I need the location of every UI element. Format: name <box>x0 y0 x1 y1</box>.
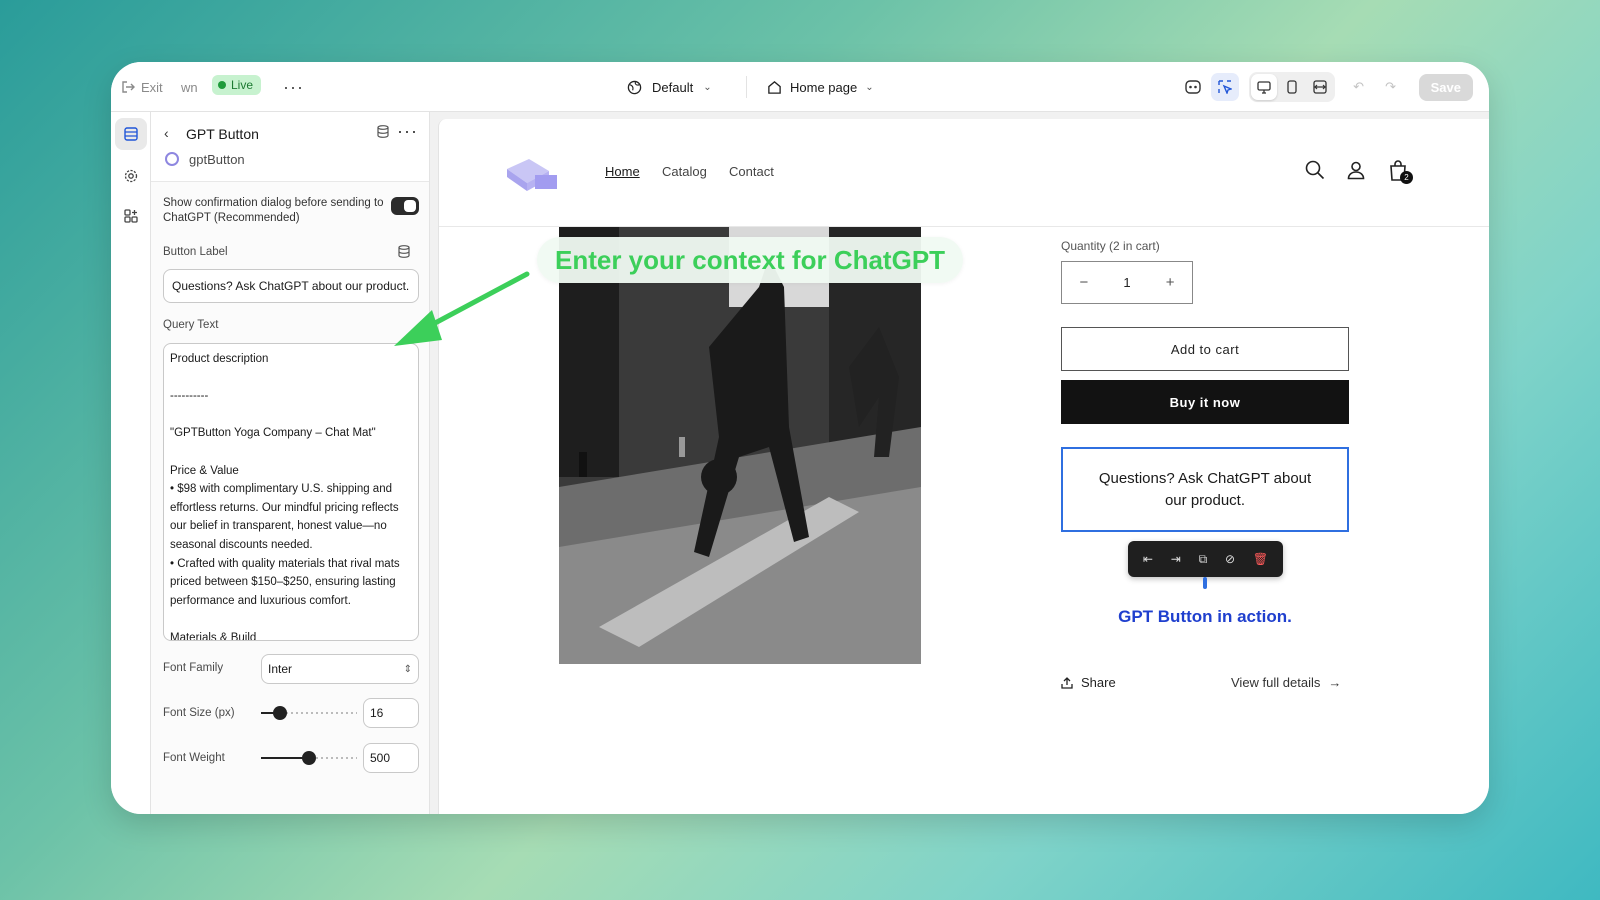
quantity-label: Quantity (2 in cart) <box>1061 239 1160 253</box>
theme-selector[interactable]: Default ⌄ <box>627 62 712 112</box>
gpt-button[interactable]: Questions? Ask ChatGPT about our product… <box>1061 447 1349 532</box>
dynamic-source-icon[interactable] <box>398 245 410 261</box>
chevron-down-icon: ⌄ <box>703 81 712 93</box>
panel-more-icon[interactable]: ··· <box>397 121 418 142</box>
selection-connector <box>1203 577 1207 589</box>
chevron-down-icon: ⌄ <box>865 81 874 93</box>
exit-icon <box>122 81 135 93</box>
theme-label: Default <box>652 79 694 95</box>
desktop-icon[interactable] <box>1250 74 1277 100</box>
query-text-title: Query Text <box>163 319 219 331</box>
left-rail <box>111 112 151 814</box>
mobile-icon[interactable] <box>1279 74 1305 100</box>
panel-title: GPT Button <box>186 126 259 142</box>
minus-button[interactable]: − <box>1080 274 1089 291</box>
live-badge: Live <box>212 75 262 95</box>
share-icon <box>1061 676 1073 689</box>
duplicate-icon[interactable]: ⧉ <box>1199 552 1208 567</box>
nav-home[interactable]: Home <box>605 164 640 179</box>
toolbar-right: ↶ ↷ Save <box>1179 62 1473 112</box>
view-details-label: View full details <box>1231 675 1321 690</box>
home-icon <box>768 80 781 94</box>
product-photo <box>559 227 921 664</box>
button-label-title: Button Label <box>163 246 228 258</box>
quantity-value[interactable]: 1 <box>1123 275 1130 290</box>
globe-icon <box>627 80 642 94</box>
truncated-title: wn <box>181 79 198 95</box>
share-button[interactable]: Share <box>1061 675 1116 690</box>
font-weight-input[interactable]: 500 <box>363 743 419 773</box>
block-toolbar: ⇤ ⇥ ⧉ ⊘ 🗑 <box>1128 541 1283 577</box>
more-options-icon[interactable]: ··· <box>283 62 304 112</box>
panel-subtitle: gptButton <box>189 152 245 167</box>
font-size-slider[interactable] <box>261 706 357 720</box>
font-weight-slider[interactable] <box>261 751 357 765</box>
annotation-callout: Enter your context for ChatGPT <box>537 237 964 283</box>
dynamic-source-icon[interactable] <box>377 125 389 141</box>
confirmation-toggle[interactable] <box>391 197 419 215</box>
cart-icon[interactable]: 2 <box>1387 159 1413 184</box>
nav-catalog[interactable]: Catalog <box>662 164 707 179</box>
view-details-link[interactable]: View full details → <box>1231 675 1341 690</box>
plus-button[interactable]: + <box>1166 274 1175 291</box>
live-label: Live <box>231 78 254 92</box>
divider <box>746 76 747 98</box>
save-button[interactable]: Save <box>1418 73 1473 101</box>
font-size-title: Font Size (px) <box>163 707 235 719</box>
page-selector[interactable]: Home page ⌄ <box>767 62 874 112</box>
move-up-icon[interactable]: ⇤ <box>1143 552 1153 566</box>
hide-icon[interactable]: ⊘ <box>1225 552 1235 566</box>
quantity-stepper: − 1 + <box>1061 261 1193 304</box>
settings-panel: ‹ GPT Button ··· gptButton Show confirma… <box>151 112 430 814</box>
exit-label: Exit <box>141 79 163 95</box>
gpt-caption: GPT Button in action. <box>1118 607 1292 626</box>
font-weight-title: Font Weight <box>163 752 225 764</box>
store-logo[interactable] <box>499 153 569 193</box>
button-label-input[interactable]: Questions? Ask ChatGPT about our product… <box>163 269 419 303</box>
slider-handle[interactable] <box>302 751 316 765</box>
font-family-title: Font Family <box>163 662 224 674</box>
apps-icon[interactable] <box>115 200 147 232</box>
fullwidth-icon[interactable] <box>1307 74 1333 100</box>
settings-gear-icon[interactable] <box>115 160 147 192</box>
delete-icon[interactable]: 🗑 <box>1253 552 1268 566</box>
top-bar: Exit wn Live ··· Default ⌄ Home page ⌄ ↶… <box>111 62 1489 112</box>
cart-count-badge: 2 <box>1400 171 1413 184</box>
move-down-icon[interactable]: ⇥ <box>1171 552 1181 566</box>
query-text-textarea[interactable]: Product description ---------- "GPTButto… <box>163 343 419 641</box>
font-size-input[interactable]: 16 <box>363 698 419 728</box>
font-family-select[interactable]: Inter ⇕ <box>261 654 419 684</box>
arrow-right-icon: → <box>1328 675 1342 690</box>
redo-icon[interactable]: ↷ <box>1377 73 1405 101</box>
add-to-cart-button[interactable]: Add to cart <box>1061 327 1349 371</box>
slider-handle[interactable] <box>273 706 288 720</box>
search-icon[interactable] <box>1304 159 1326 181</box>
live-dot-icon <box>218 81 226 89</box>
annotation-arrow-icon <box>394 271 530 346</box>
buy-now-button[interactable]: Buy it now <box>1061 380 1349 424</box>
sections-icon[interactable] <box>115 118 147 150</box>
confirmation-toggle-label: Show confirmation dialog before sending … <box>163 197 384 224</box>
select-arrows-icon: ⇕ <box>403 663 412 675</box>
app-icon <box>165 152 179 166</box>
panel-header: ‹ GPT Button ··· gptButton <box>151 112 429 182</box>
undo-icon[interactable]: ↶ <box>1345 73 1373 101</box>
device-toggle-group <box>1248 72 1335 102</box>
editor-window: Exit wn Live ··· Default ⌄ Home page ⌄ ↶… <box>111 62 1489 814</box>
share-label: Share <box>1081 675 1116 690</box>
preview-icon[interactable] <box>1179 73 1207 101</box>
nav-contact[interactable]: Contact <box>729 164 774 179</box>
account-icon[interactable] <box>1345 159 1367 181</box>
back-chevron-icon[interactable]: ‹ <box>164 125 169 141</box>
page-label: Home page <box>790 79 858 95</box>
toggle-knob <box>404 200 416 212</box>
store-preview: Home Catalog Contact 2 Quantity (2 in ca… <box>438 119 1489 814</box>
exit-button[interactable]: Exit <box>121 62 163 112</box>
store-header: Home Catalog Contact 2 <box>439 119 1489 227</box>
font-family-value: Inter <box>268 662 293 676</box>
inspector-select-icon[interactable] <box>1210 73 1239 101</box>
